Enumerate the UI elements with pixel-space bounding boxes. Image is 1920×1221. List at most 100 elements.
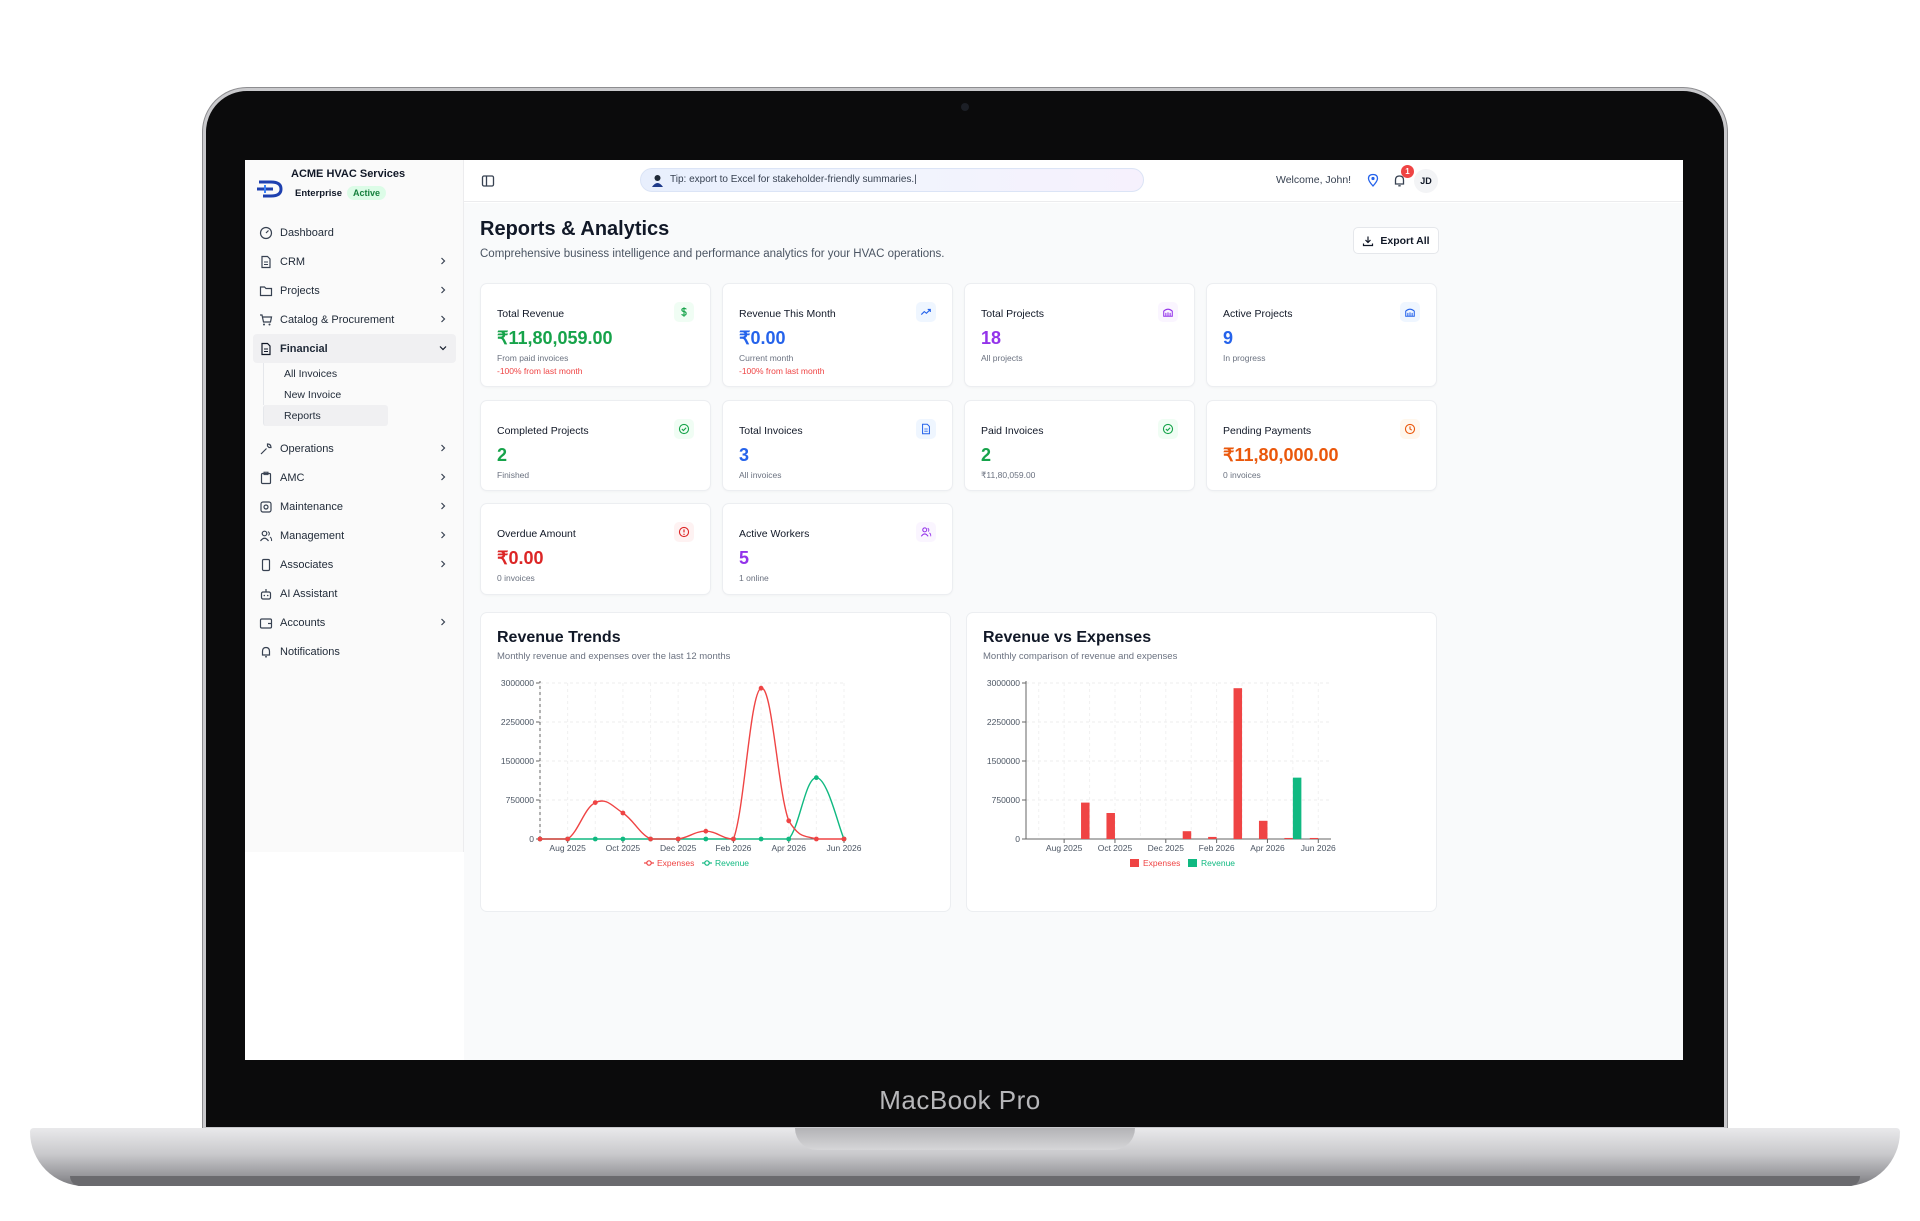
cart-icon xyxy=(260,313,273,325)
sidebar-item-associates[interactable]: Associates xyxy=(253,550,456,579)
stat-card-note: In progress xyxy=(1223,353,1266,363)
users-icon xyxy=(260,530,273,541)
data-point-revenue xyxy=(592,836,598,842)
legend-swatch xyxy=(1130,859,1139,867)
data-point-expenses xyxy=(786,818,792,824)
building-icon xyxy=(1400,302,1420,322)
location-pin-icon[interactable] xyxy=(1366,173,1380,187)
stat-card-title: Total Invoices xyxy=(739,425,803,437)
sidebar-toggle-icon[interactable] xyxy=(480,173,496,189)
sidebar-item-label: Projects xyxy=(280,284,320,297)
brand-name: ACME HVAC Services xyxy=(291,168,406,180)
avatar[interactable]: JD xyxy=(1414,169,1438,193)
stat-card-value: 2 xyxy=(497,445,508,465)
bell-icon xyxy=(261,646,271,657)
sidebar-item-amc[interactable]: AMC xyxy=(253,463,456,492)
sidebar-item-operations[interactable]: Operations xyxy=(253,434,456,463)
chart-title: Revenue vs Expenses xyxy=(983,629,1152,646)
brand[interactable]: ACME HVAC Services Enterprise Active xyxy=(257,168,457,208)
y-tick-label: 0 xyxy=(1015,834,1020,844)
chevron-right-icon xyxy=(441,618,446,626)
x-tick-label: Jun 2026 xyxy=(1301,843,1336,853)
sidebar-item-label: Maintenance xyxy=(280,500,343,513)
stat-card-note: Finished xyxy=(497,470,530,480)
sidebar-item-catalog-procurement[interactable]: Catalog & Procurement xyxy=(253,305,456,334)
device-label: MacBook Pro xyxy=(879,1085,1041,1115)
stat-card-delta: -100% from last month xyxy=(739,366,825,376)
gauge-icon xyxy=(259,226,273,239)
phone-icon xyxy=(261,558,271,571)
chevron-right-icon xyxy=(441,531,446,539)
sidebar-item-label: AMC xyxy=(280,471,305,484)
stat-card-note: From paid invoices xyxy=(497,353,569,363)
trending-up-icon xyxy=(916,302,936,322)
bar-expenses xyxy=(1309,837,1319,839)
laptop-base xyxy=(30,1128,1900,1186)
sidebar-item-notifications[interactable]: Notifications xyxy=(253,637,456,666)
data-point-revenue xyxy=(620,836,626,842)
stat-card-note: ₹11,80,059.00 xyxy=(981,470,1036,480)
stat-card-title: Active Workers xyxy=(739,528,810,540)
bot-icon xyxy=(260,588,272,600)
bar-expenses xyxy=(1182,831,1192,839)
sidebar-item-crm[interactable]: CRM xyxy=(253,247,456,276)
legend-label-revenue: Revenue xyxy=(715,858,749,868)
stat-card-title: Paid Invoices xyxy=(981,425,1044,437)
sidebar-item-financial[interactable]: Financial xyxy=(253,334,456,363)
stat-card-value: ₹0.00 xyxy=(497,548,544,568)
welcome-text: Welcome, John! xyxy=(1276,174,1352,186)
revenue-vs-expenses-chart: 0 750000 1500000 2250000 3000000 Aug 2025 Oct … xyxy=(987,678,1336,868)
sidebar-item-label: Financial xyxy=(280,342,328,355)
data-point-expenses xyxy=(648,836,653,842)
sidebar-item-label: CRM xyxy=(280,255,306,268)
sidebar-item-maintenance[interactable]: Maintenance xyxy=(253,492,456,521)
sidebar-subitem-all-invoices[interactable]: All Invoices xyxy=(263,363,456,384)
y-tick-label: 2250000 xyxy=(987,717,1020,727)
stat-card-value: 18 xyxy=(981,328,1002,348)
stat-card-title: Total Projects xyxy=(981,308,1045,320)
sidebar-item-ai-assistant[interactable]: AI Assistant xyxy=(253,579,456,608)
stat-card-title: Pending Payments xyxy=(1223,425,1312,437)
building-icon xyxy=(1158,302,1178,322)
sidebar-subitem-reports[interactable]: Reports xyxy=(263,405,388,426)
chevron-down-icon xyxy=(439,346,447,351)
data-point-expenses xyxy=(537,836,543,842)
chart-title: Revenue Trends xyxy=(497,629,621,646)
stat-card-note: All invoices xyxy=(739,470,782,480)
stat-card-title: Revenue This Month xyxy=(739,308,836,320)
sidebar-item-dashboard[interactable]: Dashboard xyxy=(253,218,456,247)
users-icon xyxy=(916,522,936,542)
clock-icon xyxy=(1400,419,1420,439)
data-point-expenses xyxy=(841,836,847,842)
chevron-right-icon xyxy=(441,502,446,510)
page-subtitle: Comprehensive business intelligence and … xyxy=(480,248,945,260)
stat-card-note: 0 invoices xyxy=(497,573,535,583)
x-tick-label: Aug 2025 xyxy=(1046,843,1083,853)
chart-subtitle: Monthly revenue and expenses over the la… xyxy=(497,651,731,662)
tip-bar[interactable]: Tip: export to Excel for stakeholder-fri… xyxy=(640,168,1144,192)
sidebar-subitem-new-invoice[interactable]: New Invoice xyxy=(263,384,456,405)
bar-expenses xyxy=(1233,688,1243,839)
series-line-revenue xyxy=(540,776,845,840)
chevron-right-icon xyxy=(441,315,446,323)
chevron-right-icon xyxy=(441,286,446,294)
sidebar-item-projects[interactable]: Projects xyxy=(253,276,456,305)
sidebar-item-management[interactable]: Management xyxy=(253,521,456,550)
sidebar-item-accounts[interactable]: Accounts xyxy=(253,608,456,637)
assistant-avatar-icon xyxy=(652,175,663,187)
stat-card-value: ₹11,80,059.00 xyxy=(497,328,613,348)
data-point-revenue xyxy=(786,836,792,842)
export-all-button[interactable]: Export All xyxy=(1353,227,1439,254)
sidebar-item-label: AI Assistant xyxy=(280,587,338,600)
x-tick-label: Dec 2025 xyxy=(1148,843,1185,853)
chevron-right-icon xyxy=(441,444,446,452)
stat-card-note: All projects xyxy=(981,353,1023,363)
data-point-expenses xyxy=(758,685,764,691)
laptop-notch xyxy=(795,1128,1135,1150)
sidebar: ACME HVAC Services Enterprise Active Das… xyxy=(245,160,464,852)
data-point-revenue xyxy=(813,775,819,781)
bar-expenses xyxy=(1284,837,1293,839)
check-circle-icon xyxy=(674,419,694,439)
data-point-revenue xyxy=(703,836,709,842)
